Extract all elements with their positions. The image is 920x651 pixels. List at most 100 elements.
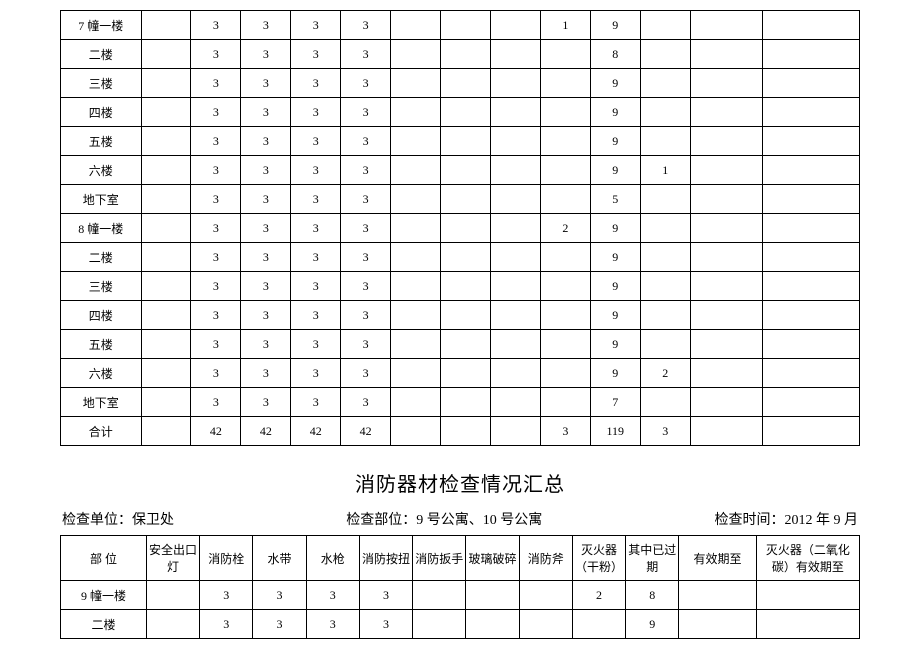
cell	[391, 330, 441, 359]
cell	[690, 359, 762, 388]
cell: 3	[540, 417, 590, 446]
cell: 3	[291, 301, 341, 330]
cell: 8	[590, 40, 640, 69]
cell	[763, 156, 860, 185]
cell: 2	[572, 581, 625, 610]
cell	[141, 98, 191, 127]
cell: 3	[291, 98, 341, 127]
cell: 42	[341, 417, 391, 446]
row-location: 二楼	[61, 40, 142, 69]
cell: 3	[241, 388, 291, 417]
cell: 3	[191, 127, 241, 156]
column-header: 部 位	[61, 536, 147, 581]
cell	[490, 330, 540, 359]
cell	[441, 330, 491, 359]
meta-area: 检查部位：9 号公寓、10 号公寓	[346, 509, 542, 529]
cell	[690, 11, 762, 40]
cell: 3	[341, 214, 391, 243]
cell	[679, 610, 756, 639]
table-row: 地下室33335	[61, 185, 860, 214]
cell: 3	[341, 243, 391, 272]
cell	[690, 272, 762, 301]
cell	[640, 98, 690, 127]
cell	[391, 388, 441, 417]
column-header: 灭火器（二氧化碳）有效期至	[756, 536, 859, 581]
cell	[466, 610, 519, 639]
cell: 3	[241, 40, 291, 69]
row-location: 五楼	[61, 330, 142, 359]
table-row: 三楼33339	[61, 272, 860, 301]
cell: 3	[191, 185, 241, 214]
cell: 3	[291, 243, 341, 272]
cell: 3	[341, 359, 391, 388]
cell	[391, 98, 441, 127]
cell	[690, 301, 762, 330]
cell: 3	[200, 610, 253, 639]
cell: 3	[241, 69, 291, 98]
column-header: 有效期至	[679, 536, 756, 581]
cell: 9	[590, 272, 640, 301]
cell	[441, 69, 491, 98]
cell	[640, 69, 690, 98]
column-header: 消防按扭	[359, 536, 412, 581]
cell: 3	[291, 272, 341, 301]
cell	[490, 98, 540, 127]
cell: 1	[640, 156, 690, 185]
cell	[441, 127, 491, 156]
cell	[540, 40, 590, 69]
cell	[441, 272, 491, 301]
cell	[640, 388, 690, 417]
cell: 2	[640, 359, 690, 388]
cell: 3	[253, 581, 306, 610]
cell: 42	[291, 417, 341, 446]
cell	[441, 185, 491, 214]
cell	[690, 69, 762, 98]
row-location: 9 幢一楼	[61, 581, 147, 610]
cell	[141, 301, 191, 330]
cell	[690, 98, 762, 127]
cell: 3	[359, 610, 412, 639]
cell	[141, 359, 191, 388]
cell: 9	[626, 610, 679, 639]
cell: 8	[626, 581, 679, 610]
cell: 3	[200, 581, 253, 610]
cell: 3	[341, 127, 391, 156]
cell: 3	[191, 359, 241, 388]
cell: 9	[590, 127, 640, 156]
cell	[141, 69, 191, 98]
cell	[640, 185, 690, 214]
row-location: 二楼	[61, 243, 142, 272]
cell: 3	[291, 127, 341, 156]
cell	[572, 610, 625, 639]
table-row: 五楼33339	[61, 330, 860, 359]
cell	[640, 11, 690, 40]
cell	[490, 301, 540, 330]
cell: 9	[590, 330, 640, 359]
cell	[763, 330, 860, 359]
cell	[141, 417, 191, 446]
cell	[490, 185, 540, 214]
cell	[763, 243, 860, 272]
cell	[690, 127, 762, 156]
cell	[141, 272, 191, 301]
cell	[756, 581, 859, 610]
table-row: 二楼33339	[61, 243, 860, 272]
cell	[640, 214, 690, 243]
cell	[540, 243, 590, 272]
section-title: 消防器材检查情况汇总	[60, 468, 860, 497]
cell	[441, 214, 491, 243]
cell	[391, 301, 441, 330]
cell	[490, 69, 540, 98]
cell: 3	[191, 272, 241, 301]
row-location: 六楼	[61, 359, 142, 388]
cell: 119	[590, 417, 640, 446]
table-row: 7 幢一楼333319	[61, 11, 860, 40]
cell	[756, 610, 859, 639]
cell	[540, 388, 590, 417]
table-row: 六楼333392	[61, 359, 860, 388]
cell	[441, 388, 491, 417]
table-row: 9 幢一楼333328	[61, 581, 860, 610]
meta-time: 检查时间：2012 年 9 月	[715, 509, 859, 529]
cell	[763, 69, 860, 98]
cell	[540, 359, 590, 388]
